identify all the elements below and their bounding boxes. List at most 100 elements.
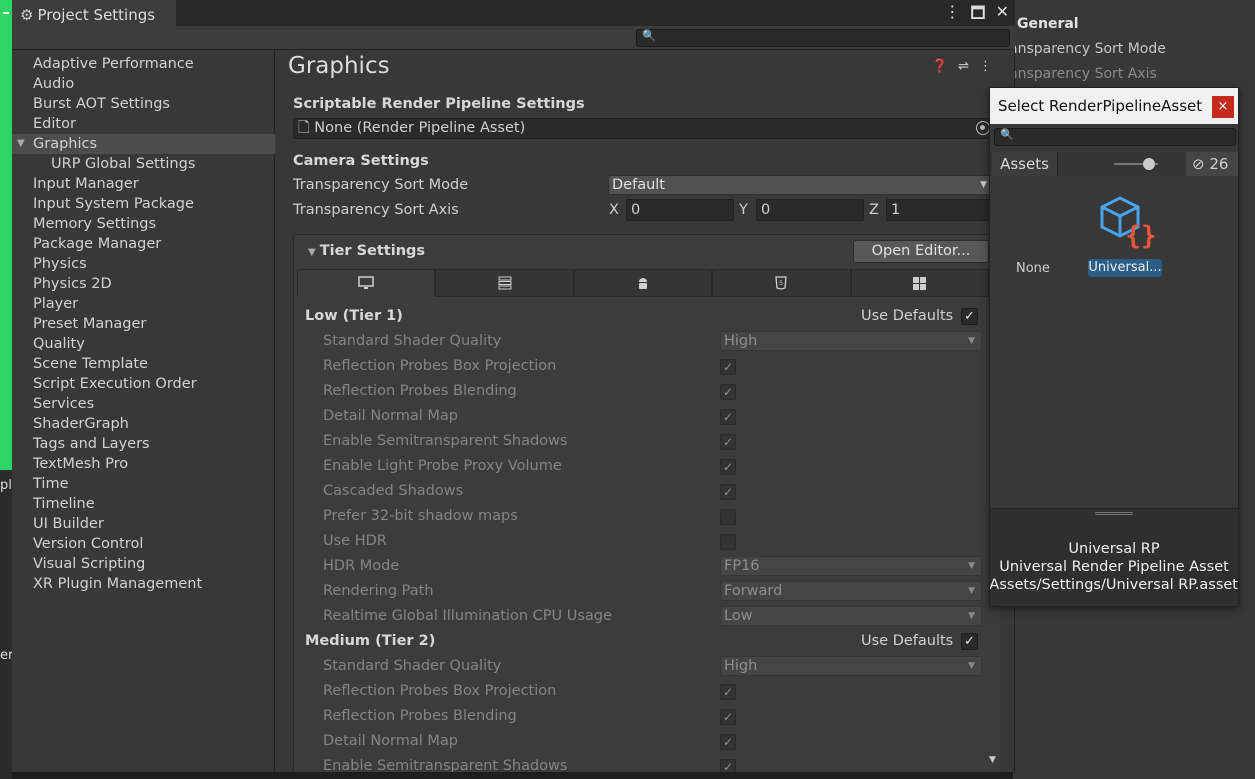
kebab-menu-icon[interactable]: ⋮ <box>979 59 992 74</box>
sidebar-item-burst-aot[interactable]: Burst AOT Settings <box>12 94 275 114</box>
sort-mode-value: Default <box>612 177 665 193</box>
graphics-settings-panel: Graphics ❓ ⇌ ⋮ Scriptable Render Pipelin… <box>276 50 1000 772</box>
sidebar-item-input-system[interactable]: Input System Package <box>12 194 275 214</box>
hidden-count: 26 <box>1209 155 1229 173</box>
picker-search-input[interactable]: 🔍 <box>994 128 1236 146</box>
maximize-icon[interactable]: 🗖 <box>970 2 985 29</box>
axis-z-label: Z <box>869 202 879 218</box>
tier1-gi-dropdown: Low ▼ <box>720 606 982 626</box>
tier1-row-label: Reflection Probes Blending <box>323 383 517 399</box>
chevron-down-icon: ▼ <box>968 611 975 621</box>
tab-dedicated-server[interactable] <box>435 269 574 297</box>
sidebar-item-editor[interactable]: Editor <box>12 114 275 134</box>
render-pipeline-asset-icon[interactable]: {} <box>1098 192 1158 252</box>
server-icon <box>498 276 512 290</box>
expand-triangle-icon[interactable]: ▼ <box>17 134 25 154</box>
tier-settings-foldout[interactable]: ▼ Tier Settings <box>308 243 425 259</box>
axis-y-field[interactable]: 0 <box>756 199 864 221</box>
sidebar-item-scene-template[interactable]: Scene Template <box>12 354 275 374</box>
sidebar-item-ui-builder[interactable]: UI Builder <box>12 514 275 534</box>
sidebar-item-tags-and-layers[interactable]: Tags and Layers <box>12 434 275 454</box>
sidebar-item-physics[interactable]: Physics <box>12 254 275 274</box>
sidebar-item-script-execution-order[interactable]: Script Execution Order <box>12 374 275 394</box>
background-panel-left: pl er <box>0 470 13 779</box>
tier1-heading: Low (Tier 1) <box>305 308 403 324</box>
page-title: Graphics <box>288 53 390 79</box>
tier1-checkbox: ✓ <box>720 459 736 475</box>
file-icon: 🗋 <box>298 120 310 136</box>
sidebar-item-package-manager[interactable]: Package Manager <box>12 234 275 254</box>
tier2-checkbox: ✓ <box>720 759 736 772</box>
sidebar-item-visual-scripting[interactable]: Visual Scripting <box>12 554 275 574</box>
sidebar-item-timeline[interactable]: Timeline <box>12 494 275 514</box>
close-icon[interactable]: ✕ <box>996 2 1009 29</box>
tier1-gi-label: Realtime Global Illumination CPU Usage <box>323 608 612 624</box>
android-icon <box>639 278 648 289</box>
resize-grip[interactable] <box>1095 512 1133 515</box>
tab-standalone[interactable] <box>297 269 436 297</box>
tier1-rendering-path-label: Rendering Path <box>323 583 434 599</box>
tier1-row-label: Cascaded Shadows <box>323 483 464 499</box>
sidebar-item-audio[interactable]: Audio <box>12 74 275 94</box>
tier1-rendering-path-dropdown: Forward ▼ <box>720 581 982 601</box>
close-button[interactable]: × <box>1212 96 1234 118</box>
tab-windows-store[interactable] <box>850 269 990 297</box>
sidebar-item-services[interactable]: Services <box>12 394 275 414</box>
axis-x-field[interactable]: 0 <box>626 199 734 221</box>
tier1-row-label: Prefer 32-bit shadow maps <box>323 508 518 524</box>
sidebar-item-quality[interactable]: Quality <box>12 334 275 354</box>
sidebar-item-player[interactable]: Player <box>12 294 275 314</box>
asset-item-none[interactable]: None <box>1016 261 1050 276</box>
scroll-down-arrow-icon[interactable]: ▼ <box>989 755 996 765</box>
sidebar-item-adaptive-performance[interactable]: Adaptive Performance <box>12 54 275 74</box>
sidebar-item-input-manager[interactable]: Input Manager <box>12 174 275 194</box>
tab-android[interactable] <box>573 269 713 297</box>
tier1-hdr-mode-label: HDR Mode <box>323 558 400 574</box>
tier1-checkbox: ✓ <box>720 484 736 500</box>
search-icon: 🔍 <box>642 29 656 42</box>
tab-assets[interactable]: Assets <box>992 152 1058 176</box>
tier1-checkbox: ✓ <box>720 434 736 450</box>
chevron-down-icon: ▼ <box>968 336 975 346</box>
srp-asset-field[interactable]: 🗋 None (Render Pipeline Asset) <box>293 118 993 139</box>
sidebar-item-physics-2d[interactable]: Physics 2D <box>12 274 275 294</box>
tier1-use-defaults-checkbox[interactable]: ✓ <box>961 308 978 325</box>
tier-settings-title: Tier Settings <box>319 243 426 259</box>
sidebar-item-graphics[interactable]: ▼ Graphics <box>12 134 275 154</box>
srp-asset-value: None (Render Pipeline Asset) <box>314 120 526 136</box>
sidebar-item-urp-global-settings[interactable]: URP Global Settings <box>12 154 275 174</box>
background-scene-view <box>0 0 12 470</box>
settings-searchbar: 🔍 <box>12 26 1015 50</box>
settings-search-input[interactable]: 🔍 <box>636 29 1010 47</box>
tier2-row-label: Enable Semitransparent Shadows <box>323 758 568 772</box>
tab-webgl[interactable]: 5 <box>712 269 851 297</box>
sidebar-item-memory-settings[interactable]: Memory Settings <box>12 214 275 234</box>
camera-section-label: Camera Settings <box>293 153 429 169</box>
srp-section-label: Scriptable Render Pipeline Settings <box>293 96 585 112</box>
asset-item-urp-label[interactable]: Universal... <box>1088 259 1162 277</box>
chevron-down-icon: ▼ <box>968 661 975 671</box>
tier2-use-defaults-checkbox[interactable]: ✓ <box>961 633 978 650</box>
project-settings-window: ⚙ Project Settings ⋮ 🗖 ✕ 🔍 Adaptive Perf… <box>12 0 1015 772</box>
sidebar-item-time[interactable]: Time <box>12 474 275 494</box>
picker-toolbar: Assets ⊘ 26 <box>990 152 1238 176</box>
sidebar-item-preset-manager[interactable]: Preset Manager <box>12 314 275 334</box>
sidebar-item-textmesh-pro[interactable]: TextMesh Pro <box>12 454 275 474</box>
preset-icon[interactable]: ⇌ <box>958 59 969 74</box>
hidden-assets-toggle[interactable]: ⊘ 26 <box>1186 152 1238 176</box>
sort-mode-dropdown[interactable]: Default ▼ <box>608 175 993 195</box>
sidebar-item-version-control[interactable]: Version Control <box>12 534 275 554</box>
object-picker-icon[interactable] <box>976 121 990 135</box>
axis-z-field[interactable]: 1 <box>886 199 994 221</box>
sidebar-item-shadergraph[interactable]: ShaderGraph <box>12 414 275 434</box>
kebab-menu-icon[interactable]: ⋮ <box>944 2 960 29</box>
search-icon: 🔍 <box>1000 128 1014 141</box>
desktop-icon <box>358 276 374 289</box>
help-icon[interactable]: ❓ <box>932 59 948 74</box>
open-editor-button[interactable]: Open Editor... <box>853 240 989 263</box>
header-icons: ❓ ⇌ ⋮ <box>932 59 992 74</box>
window-tab[interactable]: ⚙ Project Settings <box>12 0 176 26</box>
axis-y-label: Y <box>739 202 748 218</box>
sidebar-item-xr-plugin-management[interactable]: XR Plugin Management <box>12 574 275 594</box>
zoom-slider-handle[interactable] <box>1143 158 1155 170</box>
